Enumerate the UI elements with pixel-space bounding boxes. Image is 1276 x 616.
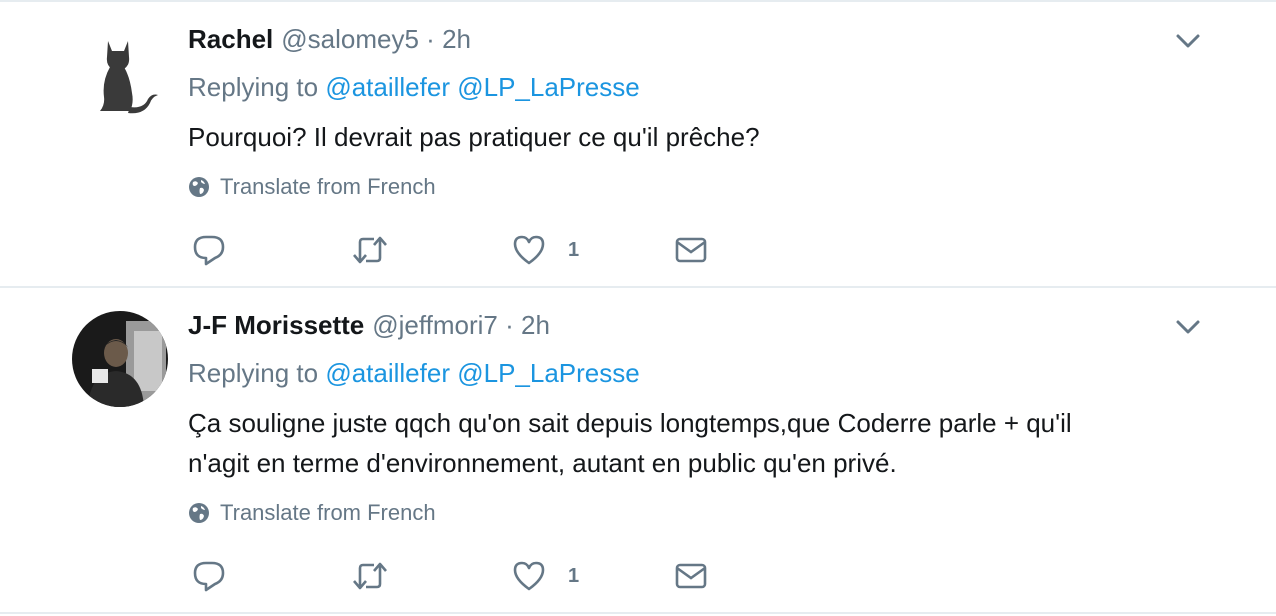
- globe-icon: [189, 177, 209, 197]
- more-options-chevron-down-icon[interactable]: [1172, 30, 1204, 54]
- like-button[interactable]: 1: [512, 232, 579, 268]
- reply-button[interactable]: [192, 558, 226, 594]
- direct-message-button[interactable]: [674, 558, 708, 594]
- envelope-icon: [675, 563, 707, 589]
- tweet-text-line: n'agit en terme d'environnement, autant …: [188, 448, 897, 478]
- username[interactable]: @salomey5: [281, 24, 419, 54]
- display-name[interactable]: Rachel: [188, 24, 273, 54]
- retweet-icon: [353, 562, 387, 590]
- timestamp[interactable]: 2h: [521, 310, 550, 340]
- tweet[interactable]: Rachel @salomey5 · 2h Replying to @ataill…: [0, 0, 1276, 288]
- like-count: 1: [568, 564, 580, 587]
- like-button[interactable]: 1: [512, 558, 579, 594]
- mention-link[interactable]: @LP_LaPresse: [457, 72, 640, 102]
- avatar[interactable]: [72, 25, 168, 121]
- direct-message-button[interactable]: [674, 232, 708, 268]
- username[interactable]: @jeffmori7: [372, 310, 498, 340]
- replying-prefix: Replying to: [188, 358, 319, 388]
- reply-icon: [193, 561, 225, 592]
- bottom-separator: [0, 612, 1276, 614]
- dot-separator: ·: [426, 24, 435, 54]
- like-count: 1: [568, 238, 580, 261]
- dot-separator: ·: [505, 310, 514, 340]
- mention-link[interactable]: @ataillefer: [325, 72, 450, 102]
- display-name[interactable]: J-F Morissette: [188, 310, 364, 340]
- retweet-button[interactable]: [352, 232, 388, 268]
- tweet-text: Ça souligne juste qqch qu'on sait depuis…: [188, 403, 1198, 483]
- tweet[interactable]: J-F Morissette @jeffmori7 · 2h Replying t…: [0, 288, 1276, 614]
- translate-link[interactable]: Translate from French: [188, 500, 436, 526]
- reply-button[interactable]: [192, 232, 226, 268]
- replying-to: Replying to @ataillefer @LP_LaPresse: [188, 72, 640, 103]
- cat-silhouette-icon: [72, 25, 168, 121]
- person-photo-icon: [72, 311, 168, 407]
- mention-link[interactable]: @ataillefer: [325, 358, 450, 388]
- more-options-chevron-down-icon[interactable]: [1172, 316, 1204, 340]
- replying-prefix: Replying to: [188, 72, 319, 102]
- tweet-text: Pourquoi? Il devrait pas pratiquer ce qu…: [188, 117, 1198, 157]
- retweet-button[interactable]: [352, 558, 388, 594]
- envelope-icon: [675, 237, 707, 263]
- avatar[interactable]: [72, 311, 168, 407]
- translate-label: Translate from French: [220, 500, 436, 525]
- translate-label: Translate from French: [220, 174, 436, 199]
- timestamp[interactable]: 2h: [442, 24, 471, 54]
- reply-icon: [193, 235, 225, 266]
- tweet-header: J-F Morissette @jeffmori7 · 2h: [188, 310, 550, 341]
- retweet-icon: [353, 236, 387, 264]
- replying-to: Replying to @ataillefer @LP_LaPresse: [188, 358, 640, 389]
- globe-icon: [189, 503, 209, 523]
- tweet-header: Rachel @salomey5 · 2h: [188, 24, 471, 55]
- tweet-text-line: Pourquoi? Il devrait pas pratiquer ce qu…: [188, 122, 760, 152]
- translate-link[interactable]: Translate from French: [188, 174, 436, 200]
- mention-link[interactable]: @LP_LaPresse: [457, 358, 640, 388]
- heart-icon: [513, 561, 545, 591]
- tweet-text-line: Ça souligne juste qqch qu'on sait depuis…: [188, 408, 1072, 438]
- heart-icon: [513, 235, 545, 265]
